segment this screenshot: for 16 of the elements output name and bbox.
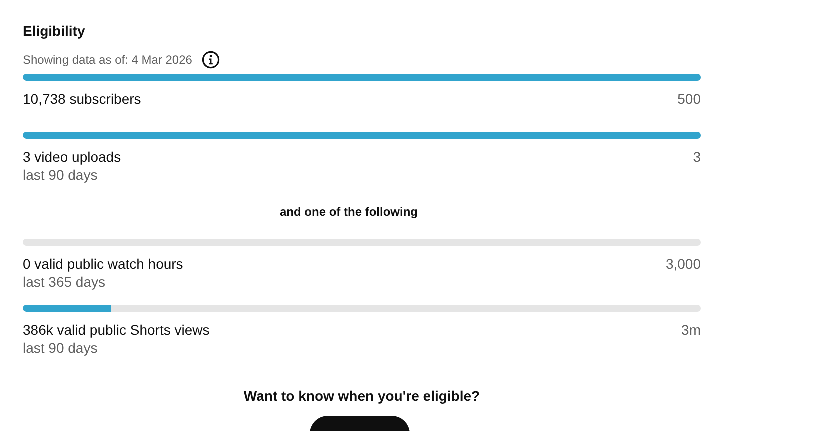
metric-target: 3m (682, 321, 701, 339)
metric-period: last 365 days (23, 273, 106, 291)
metric-period: last 90 days (23, 166, 99, 184)
section-title: Eligibility (23, 22, 86, 40)
metric-label: 0 valid public watch hours (23, 255, 184, 273)
metric-target: 3 (693, 148, 701, 166)
metric-target: 500 (678, 90, 701, 108)
data-date: Showing data as of: 4 Mar 2026 (23, 52, 192, 68)
metric-label: 10,738 subscribers (23, 90, 142, 108)
notify-heading: Want to know when you're eligible? (242, 387, 482, 405)
info-icon[interactable] (202, 51, 220, 69)
separator-text: and one of the following (279, 204, 419, 220)
metric-label: 386k valid public Shorts views (23, 321, 210, 339)
metric-period: last 90 days (23, 339, 99, 357)
metric-target: 3,000 (666, 255, 701, 273)
metric-label: 3 video uploads (23, 148, 122, 166)
